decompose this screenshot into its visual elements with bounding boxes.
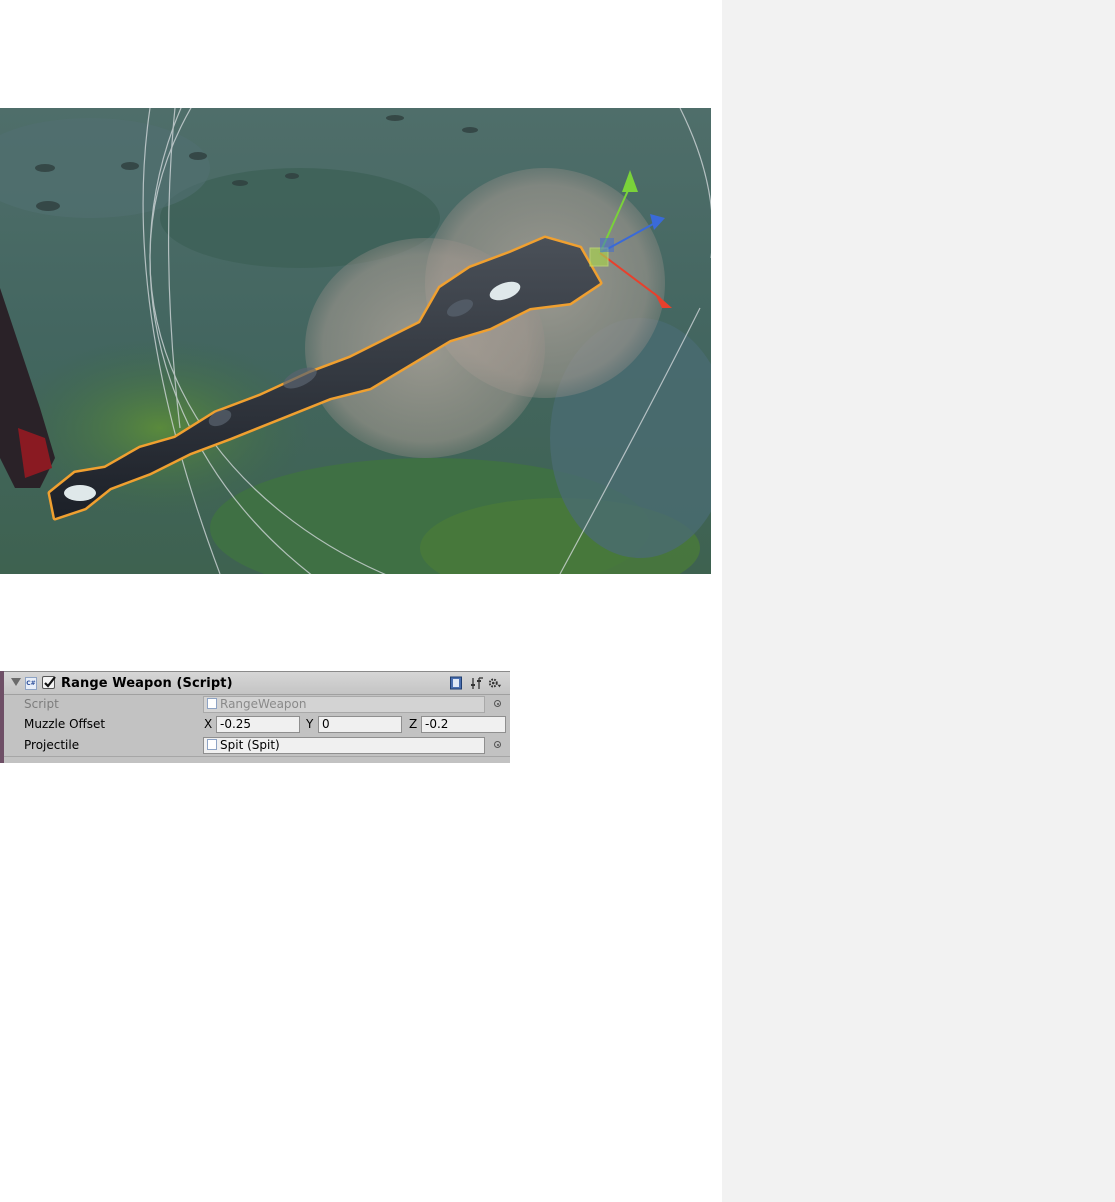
script-value: RangeWeapon <box>220 697 307 711</box>
scene-view[interactable] <box>0 108 711 574</box>
inspector-component-range-weapon: C# Range Weapon (Script) Script RangeWea… <box>0 671 510 763</box>
projectile-value: Spit (Spit) <box>220 738 280 752</box>
inspector-bottom-border <box>4 756 510 763</box>
cs-script-icon: C# <box>25 677 37 690</box>
script-file-icon <box>207 698 217 709</box>
projectile-picker-icon[interactable] <box>494 741 501 748</box>
muzzle-offset-label: Muzzle Offset <box>24 717 106 731</box>
component-header[interactable]: C# Range Weapon (Script) <box>4 672 510 695</box>
preset-sliders-icon[interactable] <box>470 676 484 690</box>
projectile-field[interactable]: Spit (Spit) <box>203 737 485 754</box>
help-book-icon[interactable] <box>449 676 463 690</box>
right-margin-panel <box>722 0 1115 1202</box>
component-title: Range Weapon (Script) <box>61 676 233 691</box>
gear-icon[interactable] <box>488 676 502 690</box>
script-field: RangeWeapon <box>203 696 485 713</box>
projectile-row: Projectile Spit (Spit) <box>4 735 510 756</box>
muzzle-z-input[interactable]: -0.2 <box>421 716 506 733</box>
muzzle-offset-row: Muzzle Offset X -0.25 Y 0 Z -0.2 <box>4 714 510 735</box>
scene-illustration <box>0 108 711 574</box>
component-enabled-checkbox[interactable] <box>42 676 56 689</box>
y-axis-label[interactable]: Y <box>306 717 313 731</box>
foldout-arrow-icon[interactable] <box>11 678 21 686</box>
z-axis-label[interactable]: Z <box>409 717 417 731</box>
document-area: C# Range Weapon (Script) Script RangeWea… <box>0 0 722 1202</box>
script-picker-icon <box>494 700 501 707</box>
projectile-label: Projectile <box>24 738 80 752</box>
checkmark-icon <box>44 676 56 688</box>
x-axis-label[interactable]: X <box>204 717 212 731</box>
muzzle-y-input[interactable]: 0 <box>318 716 402 733</box>
script-label: Script <box>24 697 59 711</box>
muzzle-x-input[interactable]: -0.25 <box>216 716 300 733</box>
prefab-icon <box>207 739 217 750</box>
script-row: Script RangeWeapon <box>4 694 510 715</box>
